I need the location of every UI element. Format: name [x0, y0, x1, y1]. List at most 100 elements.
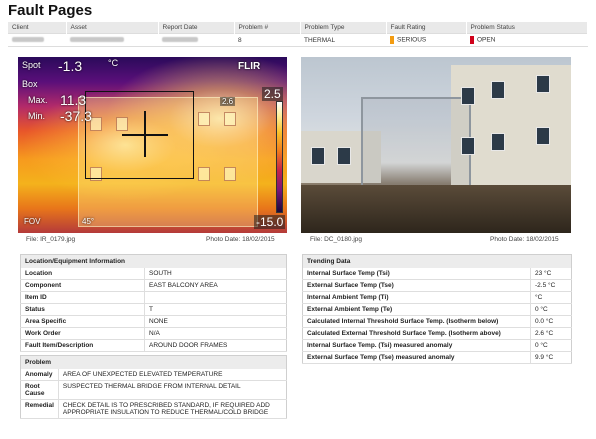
spot-value: -1.3: [58, 58, 83, 74]
row-label: External Surface Temp (Tse) measured ano…: [302, 351, 531, 364]
problem-number: 8: [234, 33, 300, 47]
row-value: N/A: [144, 327, 287, 340]
temperature-scale-bar: [276, 101, 283, 213]
location-table: Location/Equipment Information Location S…: [20, 254, 287, 352]
row-value: T: [144, 303, 287, 316]
table-row: Fault Item/Description AROUND DOOR FRAMES: [20, 339, 287, 352]
problem-type: THERMAL: [300, 33, 386, 47]
row-label: Internal Surface Temp (Tsi): [302, 268, 531, 280]
fov-value: 45°: [82, 217, 95, 226]
client-value-redacted: [8, 33, 66, 47]
table-row: Internal Surface Temp. (Tsi) measured an…: [302, 339, 572, 352]
row-label: Calculated External Threshold Surface Te…: [302, 327, 531, 340]
photo-window: [461, 137, 475, 155]
problem-table-title: Problem: [20, 355, 287, 369]
table-row: Calculated External Threshold Surface Te…: [302, 327, 572, 340]
ir-file-caption: File: IR_0179.jpg: [26, 236, 76, 243]
row-label: Fault Item/Description: [20, 339, 145, 352]
remedial-label: Remedial: [20, 399, 59, 419]
dc-date-caption: Photo Date: 18/02/2015: [490, 236, 559, 243]
problem-table: Problem Anomaly AREA OF UNEXPECTED ELEVAT…: [20, 355, 287, 419]
table-row: Root Cause SUSPECTED THERMAL BRIDGE FROM …: [20, 380, 287, 400]
row-value: 0.0 °C: [530, 315, 572, 328]
table-row: External Ambient Temp (Te) 0 °C: [302, 303, 572, 316]
root-cause-value: SUSPECTED THERMAL BRIDGE FROM INTERNAL D…: [57, 380, 287, 400]
row-value: -2.5 °C: [530, 279, 572, 292]
photo-window: [311, 147, 325, 165]
row-label: Internal Ambient Temp (Ti): [302, 291, 531, 304]
thermal-window: [198, 112, 210, 126]
anomaly-value: AREA OF UNEXPECTED ELEVATED TEMPERATURE: [57, 369, 287, 381]
photo-window: [337, 147, 351, 165]
flir-logo: FLIR: [238, 61, 261, 72]
min-label: Min.: [28, 111, 46, 121]
row-value: NONE: [144, 315, 287, 328]
dc-file-caption: File: DC_0180.jpg: [310, 236, 363, 243]
photo-window: [536, 75, 550, 93]
table-row: Calculated Internal Threshold Surface Te…: [302, 315, 572, 328]
digital-photo: [301, 57, 571, 233]
row-value: EAST BALCONY AREA: [144, 279, 287, 292]
trending-data-table: Trending Data Internal Surface Temp (Tsi…: [302, 254, 572, 364]
table-row: Anomaly AREA OF UNEXPECTED ELEVATED TEMPE…: [20, 369, 287, 381]
fault-rating: SERIOUS: [386, 33, 466, 47]
col-report-date: Report Date: [158, 22, 235, 34]
problem-status: OPEN: [466, 33, 588, 47]
col-client: Client: [8, 22, 67, 34]
photo-window: [461, 87, 475, 105]
row-label: Work Order: [20, 327, 145, 340]
row-label: Internal Surface Temp. (Tsi) measured an…: [302, 339, 531, 352]
row-label: Area Specific: [20, 315, 145, 328]
row-label: Component: [20, 279, 145, 292]
table-row: Area Specific NONE: [20, 315, 287, 328]
table-row: Component EAST BALCONY AREA: [20, 279, 287, 292]
row-label: External Ambient Temp (Te): [302, 303, 531, 316]
table-row: Internal Ambient Temp (Ti) °C: [302, 291, 572, 304]
table-row: Location SOUTH: [20, 268, 287, 280]
page-title: Fault Pages: [8, 2, 93, 19]
row-value: °C: [530, 291, 572, 304]
box-label: Box: [22, 79, 38, 89]
row-value: 23 °C: [530, 268, 572, 280]
row-value: 2.6 °C: [530, 327, 572, 340]
trending-table-title: Trending Data: [302, 254, 572, 268]
isotherm-marker-value: 2.6: [220, 97, 236, 106]
row-label: Item ID: [20, 291, 145, 304]
col-problem-type: Problem Type: [300, 22, 387, 34]
table-row: Remedial CHECK DETAIL IS TO PRESCRIBED ST…: [20, 399, 287, 419]
table-row: Status T: [20, 303, 287, 316]
table-row: Item ID: [20, 291, 287, 304]
scale-bottom-value: -15.0: [254, 215, 286, 229]
photo-window: [491, 133, 505, 151]
report-date-redacted: [158, 33, 234, 47]
photo-window: [491, 81, 505, 99]
row-value: [144, 291, 287, 304]
row-label: Calculated Internal Threshold Surface Te…: [302, 315, 531, 328]
row-value: 9.9 °C: [530, 351, 572, 364]
row-value: 0 °C: [530, 303, 572, 316]
remedial-value: CHECK DETAIL IS TO PRESCRIBED STANDARD, …: [57, 399, 287, 419]
crosshair-horizontal: [122, 134, 168, 136]
col-problem-status: Problem Status: [466, 22, 588, 34]
fault-rating-label: SERIOUS: [397, 36, 427, 44]
thermal-window: [198, 167, 210, 181]
root-cause-label: Root Cause: [20, 380, 59, 400]
photo-ground: [301, 185, 571, 233]
row-value: 0 °C: [530, 339, 572, 352]
spot-label: Spot: [22, 60, 41, 70]
problem-status-label: OPEN: [477, 36, 496, 44]
max-label: Max.: [28, 95, 48, 105]
fov-label: FOV: [24, 217, 41, 226]
max-value: 11.3: [60, 92, 87, 108]
photo-balcony-frame: [361, 97, 471, 187]
thermal-window: [224, 112, 236, 126]
spot-unit: °C: [108, 58, 119, 68]
rating-color-chip: [390, 36, 394, 44]
table-row: External Surface Temp (Tse) measured ano…: [302, 351, 572, 364]
col-problem-number: Problem #: [234, 22, 301, 34]
location-table-title: Location/Equipment Information: [20, 254, 287, 268]
table-row: External Surface Temp (Tse) -2.5 °C: [302, 279, 572, 292]
ir-date-caption: Photo Date: 18/02/2015: [206, 236, 275, 243]
min-value: -37.3: [60, 108, 92, 124]
thermal-image: Spot -1.3 °C Box Max. 11.3 Min. -37.3 FL…: [18, 57, 287, 233]
